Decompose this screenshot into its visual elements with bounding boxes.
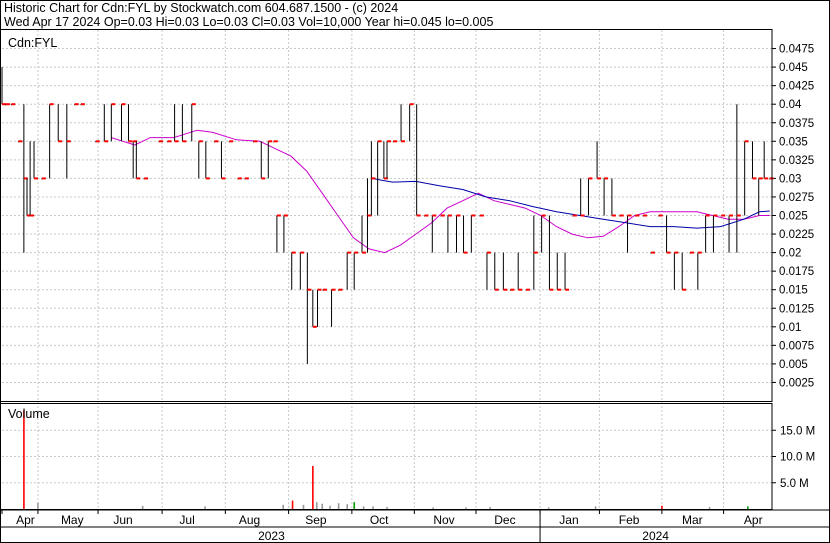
price-tick-label: 0.0175 [779, 266, 814, 278]
price-tick-label: 0.03 [779, 173, 801, 185]
volume-panel-title: Volume [8, 407, 50, 421]
volume-bar [594, 506, 597, 509]
month-label: Feb [619, 513, 640, 527]
month-label: Jan [559, 513, 578, 527]
price-tick-label: 0.0325 [779, 155, 814, 167]
price-tick-label: 0.015 [779, 285, 808, 297]
volume-bar [312, 465, 314, 509]
panel-frames [0, 0, 830, 543]
price-tick-label: 0.045 [779, 62, 808, 74]
price-tick-label: 0.025 [779, 211, 808, 223]
volume-bar [372, 506, 374, 509]
price-tick-label: 0.0225 [779, 229, 814, 241]
month-label: Sep [305, 513, 327, 527]
volume-bar [661, 505, 663, 509]
month-label: Oct [370, 513, 389, 527]
volume-tick-label: 5.0 M [780, 478, 809, 490]
volume-tick-label: 10.0 M [780, 452, 815, 464]
price-tick-label: 0.01 [779, 322, 801, 334]
long-moving-average-line [371, 177, 770, 229]
year-label: 2024 [642, 529, 669, 543]
month-label: Apr [744, 513, 763, 527]
month-label: Aug [239, 513, 260, 527]
price-tick-label: 0.04 [779, 99, 802, 111]
volume-bar [23, 410, 25, 509]
volume-bars [23, 410, 749, 509]
axis-labels: 0.0475 0.045 0.0425 0.04 0.0375 0.035 0.0325 0.… [16, 44, 815, 543]
price-tick-label: 0.005 [779, 359, 808, 371]
price-tick-label: 0.02 [779, 248, 801, 260]
month-label: Jul [179, 513, 194, 527]
price-tick-label: 0.0125 [779, 303, 814, 315]
volume-bar [302, 504, 305, 509]
price-panel-title: Cdn:FYL [8, 36, 57, 50]
volume-bar [329, 505, 331, 509]
year-label: 2023 [258, 529, 285, 543]
volume-bar [346, 504, 349, 509]
volume-bar [282, 504, 284, 509]
price-tick-label: 0.0025 [779, 377, 814, 389]
month-label: Dec [494, 513, 515, 527]
time-grid [1, 30, 725, 514]
month-label: May [61, 513, 84, 527]
chart-header-title: Historic Chart for Cdn:FYL by Stockwatch… [4, 1, 399, 15]
volume-bar [747, 506, 749, 509]
price-tick-label: 0.035 [779, 136, 808, 148]
price-tick-label: 0.0075 [779, 340, 814, 352]
volume-bar [37, 502, 39, 509]
volume-bar [353, 502, 356, 509]
volume-grid [2, 429, 776, 484]
volume-bar [315, 502, 318, 509]
volume-bar [489, 506, 491, 509]
volume-bar [465, 507, 467, 509]
price-tick-label: 0.0475 [779, 44, 814, 56]
month-label: Jun [113, 513, 132, 527]
volume-bar [362, 506, 365, 509]
volume-tick-label: 15.0 M [780, 425, 815, 437]
month-label: Apr [16, 513, 35, 527]
volume-bar [321, 503, 324, 509]
price-tick-label: 0.0425 [779, 81, 814, 93]
volume-bar [291, 500, 294, 509]
volume-bar [204, 506, 206, 509]
volume-bar [432, 507, 434, 509]
price-tick-label: 0.0375 [779, 118, 814, 130]
volume-bar [708, 506, 711, 509]
volume-bar [547, 507, 550, 509]
month-label: Nov [433, 513, 454, 527]
stock-chart: 0.0475 0.045 0.0425 0.04 0.0375 0.035 0.0325 0.… [0, 0, 830, 543]
volume-bar [141, 505, 144, 509]
volume-bar [337, 503, 340, 509]
volume-bar [386, 506, 388, 509]
chart-header-summary: Wed Apr 17 2024 Op=0.03 Hi=0.03 Lo=0.03 … [4, 15, 494, 29]
price-tick-label: 0.0275 [779, 192, 814, 204]
month-label: Mar [682, 513, 703, 527]
